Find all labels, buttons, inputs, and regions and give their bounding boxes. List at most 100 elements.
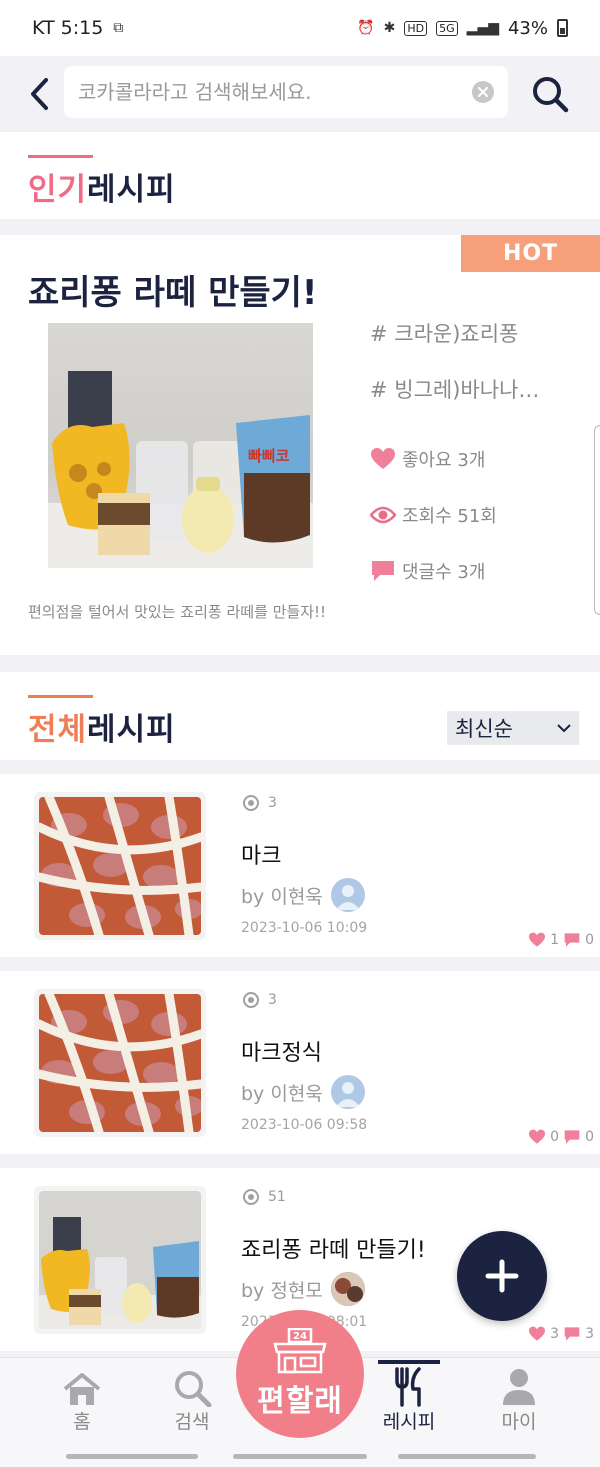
nav-my-label: 마이 <box>501 1411 537 1433</box>
comment-icon <box>564 1130 580 1144</box>
nav-my[interactable]: 마이 <box>469 1358 569 1454</box>
heart-icon <box>529 1129 546 1144</box>
hot-comments-text: 댓글수 3개 <box>402 562 486 583</box>
clear-search-button[interactable] <box>472 81 494 103</box>
all-section-title: 전체레시피 <box>28 704 176 749</box>
recipe-views: 51 <box>242 1188 286 1206</box>
popular-title-rest: 레시피 <box>87 172 176 208</box>
recipe-comments-count: 0 <box>585 1129 594 1145</box>
heart-icon <box>371 448 395 469</box>
comment-icon <box>372 561 394 581</box>
recipe-thumbnail <box>34 792 206 940</box>
recipe-author: by 정현모 <box>241 1272 365 1306</box>
recipe-list-item[interactable]: 3 마크정식 by 이현욱 2023-10-06 09:58 0 0 <box>0 971 600 1154</box>
all-title-underline <box>28 695 93 698</box>
recipe-counts: 0 0 <box>528 1129 594 1145</box>
popular-section-title: 인기레시피 <box>28 164 176 209</box>
all-title-accent: 전체 <box>28 712 88 748</box>
chevron-down-icon <box>557 723 571 732</box>
5g-icon: 5G <box>436 20 458 36</box>
hot-recipe-description: 편의점을 털어서 맛있는 죠리퐁 라떼를 만들자!! <box>28 603 327 621</box>
avatar <box>330 1272 365 1306</box>
recipe-likes-count: 0 <box>550 1129 560 1145</box>
recipe-date: 2023-10-06 09:58 <box>241 1117 368 1133</box>
hot-recipe-card[interactable]: HOT 죠리퐁 라떼 만들기! 빠삐코 # 크라운)죠리퐁 # 빙그레)바나나…… <box>0 235 600 655</box>
side-scroll-handle[interactable] <box>594 425 600 615</box>
home-icon <box>63 1373 101 1405</box>
screen-capture-icon: ⧉ <box>113 20 124 36</box>
comment-icon <box>564 933 580 947</box>
hot-comments: 댓글수 3개 <box>370 543 570 599</box>
search-icon <box>533 77 569 113</box>
add-recipe-button[interactable] <box>457 1231 547 1321</box>
recipe-date: 2023-10-06 10:09 <box>241 920 368 936</box>
recipe-views-count: 3 <box>268 795 277 811</box>
recipe-name: 마크 <box>241 844 282 869</box>
store-hours-badge: 24 <box>293 1331 307 1342</box>
nav-home-label: 홈 <box>73 1411 91 1433</box>
home-indicator <box>66 1454 198 1459</box>
hot-views-text: 조회수 51회 <box>402 506 497 527</box>
sort-select[interactable]: 최신순 <box>447 711 579 745</box>
eye-icon <box>243 1189 259 1205</box>
alarm-icon: ⏰ <box>357 20 375 36</box>
recipe-comments-count: 0 <box>585 932 594 948</box>
user-photo-icon <box>330 1272 365 1306</box>
search-icon <box>175 1371 212 1407</box>
battery-percent: 43% <box>507 17 548 39</box>
heart-icon <box>529 932 546 947</box>
close-icon <box>478 87 488 97</box>
hot-likes: 좋아요 3개 <box>370 431 570 487</box>
search-header <box>0 56 600 132</box>
nav-recipe[interactable]: 레시피 <box>359 1358 459 1454</box>
recipe-author: by 이현욱 <box>241 878 365 912</box>
recipe-likes-count: 1 <box>550 932 560 948</box>
search-box <box>64 66 508 118</box>
home-indicator <box>398 1454 536 1459</box>
hot-tag[interactable]: # 빙그레)바나나… <box>370 375 570 431</box>
recipe-views-count: 51 <box>268 1189 286 1205</box>
recipe-list-item[interactable]: 3 마크 by 이현욱 2023-10-06 10:09 1 0 <box>0 774 600 957</box>
signal-icon: ▂▄▆ <box>466 20 499 36</box>
hot-recipe-info: # 크라운)죠리퐁 # 빙그레)바나나… 좋아요 3개 조회수 51회 댓글수 … <box>370 319 570 599</box>
eye-icon <box>243 992 259 1008</box>
hot-tag[interactable]: # 크라운)죠리퐁 <box>370 319 570 375</box>
avatar <box>330 878 365 912</box>
user-icon <box>335 885 360 910</box>
eye-icon <box>243 795 259 811</box>
recipe-thumbnail <box>34 1186 206 1334</box>
plus-icon <box>485 1259 519 1293</box>
comment-icon <box>564 1327 580 1341</box>
hot-badge: HOT <box>461 235 600 272</box>
search-input[interactable] <box>78 80 472 104</box>
recipe-author-name: by 이현욱 <box>241 1082 323 1105</box>
recipe-views: 3 <box>242 794 277 812</box>
hot-likes-text: 좋아요 3개 <box>402 450 486 471</box>
heart-icon <box>529 1326 546 1341</box>
bluetooth-icon: ✱ <box>383 20 396 36</box>
popular-title-accent: 인기 <box>28 172 88 208</box>
nav-search[interactable]: 검색 <box>142 1358 242 1454</box>
home-indicator <box>233 1454 367 1459</box>
popular-section-header: 인기레시피 <box>0 132 600 219</box>
search-button[interactable] <box>528 72 572 116</box>
nav-active-indicator <box>378 1360 440 1364</box>
store-icon: 24 <box>273 1328 327 1374</box>
recipe-thumbnail <box>34 989 206 1137</box>
hot-recipe-title: 죠리퐁 라떼 만들기! <box>28 273 318 313</box>
popular-title-underline <box>28 155 93 158</box>
recipe-name: 마크정식 <box>241 1041 322 1066</box>
recipe-name: 죠리퐁 라떼 만들기! <box>241 1238 426 1263</box>
fork-knife-icon <box>395 1367 421 1407</box>
eye-icon <box>370 506 396 524</box>
nav-home[interactable]: 홈 <box>32 1358 132 1454</box>
battery-icon <box>557 19 568 37</box>
avatar <box>330 1075 365 1109</box>
recipe-author-name: by 정현모 <box>241 1279 323 1302</box>
nav-center-label: 편할래 <box>257 1384 343 1419</box>
nav-search-label: 검색 <box>174 1411 210 1433</box>
all-title-rest: 레시피 <box>87 712 176 748</box>
recipe-author-name: by 이현욱 <box>241 885 323 908</box>
recipe-counts: 1 0 <box>528 932 594 948</box>
nav-center-button[interactable]: 24 편할래 <box>236 1310 364 1438</box>
